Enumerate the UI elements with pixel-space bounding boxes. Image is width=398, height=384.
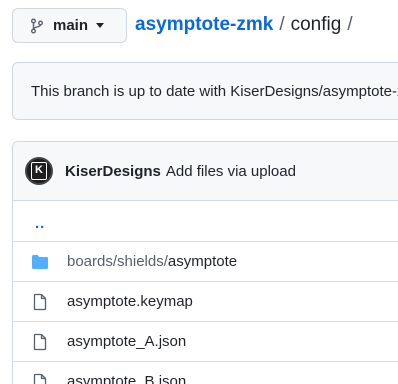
file-name-link[interactable]: asymptote_A.json xyxy=(67,333,186,350)
branch-selector-button[interactable]: main xyxy=(12,8,127,43)
list-item[interactable]: boards/shields/ asymptote xyxy=(13,242,398,282)
branch-status-text: This branch is up to date with KiserDesi… xyxy=(31,82,398,100)
avatar[interactable]: K xyxy=(25,157,53,185)
list-item[interactable]: asymptote_A.json xyxy=(13,322,398,362)
list-item[interactable]: asymptote.keymap xyxy=(13,282,398,322)
repo-directory-view: main asymptote-zmk / config / This branc… xyxy=(0,0,398,384)
folder-name-link[interactable]: asymptote xyxy=(168,253,237,270)
chevron-down-icon xyxy=(96,23,105,28)
folder-icon xyxy=(32,254,48,269)
branch-name: main xyxy=(53,17,89,34)
file-list: K KiserDesigns Add files via upload .. b… xyxy=(12,141,398,384)
file-icon xyxy=(33,333,47,350)
git-branch-icon xyxy=(31,18,43,33)
list-item[interactable]: asymptote_B.json xyxy=(13,362,398,384)
breadcrumb-current-folder: config xyxy=(290,14,342,35)
parent-directory-link[interactable]: .. xyxy=(35,215,45,232)
latest-commit-row: K KiserDesigns Add files via upload xyxy=(13,142,398,201)
commit-message-link[interactable]: Add files via upload xyxy=(166,163,296,180)
folder-path-prefix[interactable]: boards/shields/ xyxy=(67,253,168,270)
breadcrumb-separator: / xyxy=(279,14,285,35)
branch-status-banner: This branch is up to date with KiserDesi… xyxy=(12,62,398,120)
file-name-link[interactable]: asymptote.keymap xyxy=(67,293,193,310)
file-icon xyxy=(33,293,47,310)
breadcrumb-repo-link[interactable]: asymptote-zmk xyxy=(135,14,273,36)
file-icon xyxy=(33,373,47,384)
breadcrumb: asymptote-zmk / config / xyxy=(135,14,359,36)
commit-author-link[interactable]: KiserDesigns xyxy=(65,163,161,180)
avatar-letter: K xyxy=(31,162,47,180)
parent-directory-row[interactable]: .. xyxy=(13,201,398,242)
file-name-link[interactable]: asymptote_B.json xyxy=(67,373,186,384)
breadcrumb-trailing-separator: / xyxy=(347,14,353,35)
